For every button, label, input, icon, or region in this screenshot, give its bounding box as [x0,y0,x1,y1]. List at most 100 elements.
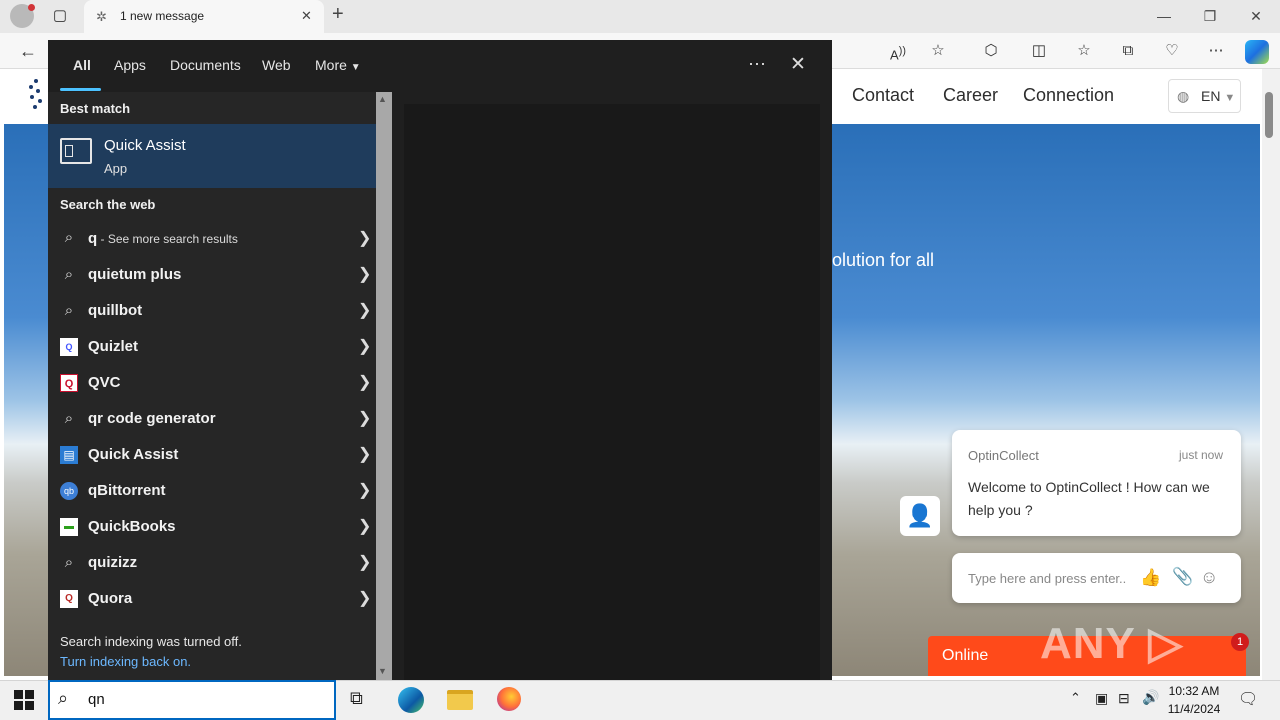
volume-icon[interactable]: 🔊 [1142,689,1159,706]
chevron-right-icon[interactable]: ❯ [358,264,371,284]
chevron-right-icon[interactable]: ❯ [358,372,371,392]
chat-input-placeholder[interactable]: Type here and press enter.. [968,571,1126,586]
quizlet-icon: Q [60,338,78,356]
results-scrollbar[interactable] [376,92,392,680]
favorites-icon[interactable]: ☆ [1070,37,1098,65]
web-query-text: q [88,230,98,247]
nav-link-contact[interactable]: Contact [852,85,914,106]
favorite-star-icon[interactable]: ☆ [924,37,952,65]
tab-web[interactable]: Web [262,57,291,73]
close-search-icon[interactable]: ✕ [790,53,806,76]
qvc-icon: Q [60,374,78,392]
chat-message-text: Welcome to OptinCollect ! How can we hel… [968,479,1210,518]
chat-sender: OptinCollect [968,448,1039,463]
search-query-input[interactable]: qn [88,691,105,708]
search-icon: ⌕ [64,410,74,427]
restore-button[interactable]: ❐ [1187,4,1233,28]
file-explorer-icon[interactable] [447,690,473,710]
edge-browser-icon[interactable] [398,687,424,713]
collections-icon[interactable]: ⧉ [1114,37,1142,65]
more-options-icon[interactable]: ⋯ [748,54,766,75]
best-match-name: Quick Assist [104,137,186,154]
best-match-type: App [104,161,128,176]
indexing-notice-text: Search indexing was turned off. [60,634,242,649]
emoji-icon[interactable]: ☺ [1200,567,1218,588]
nav-link-career[interactable]: Career [943,85,998,106]
tab-all[interactable]: All [73,57,91,73]
tab-documents[interactable]: Documents [170,57,241,73]
search-icon: ⌕ [58,688,69,708]
tab-favicon-icon: ✲ [96,9,107,24]
tab-apps[interactable]: Apps [114,57,146,73]
chevron-right-icon[interactable]: ❯ [358,588,371,608]
site-logo-icon[interactable] [26,78,46,110]
quickbooks-icon: ▬ [60,518,78,536]
close-window-button[interactable]: ✕ [1233,4,1279,28]
result-preview-pane [404,104,820,680]
search-icon: ⌕ [64,266,74,283]
firefox-icon[interactable] [497,687,521,711]
chevron-right-icon[interactable]: ❯ [358,444,371,464]
nav-link-connection[interactable]: Connection [1023,85,1114,106]
task-view-icon[interactable]: ⧉ [350,688,363,709]
minimize-button[interactable]: — [1141,4,1187,28]
thumbs-up-icon[interactable]: 👍 [1140,568,1161,588]
close-tab-icon[interactable]: ✕ [301,8,312,24]
notifications-icon[interactable]: 🗨 [1238,689,1258,709]
performance-icon[interactable]: ♡ [1158,37,1186,65]
search-icon: ⌕ [64,554,74,571]
settings-more-icon[interactable]: ⋯ [1202,37,1230,65]
clock-time[interactable]: 10:32 AM [1166,684,1222,698]
tab-actions-icon[interactable]: ▢ [46,2,74,30]
active-tab-indicator [60,88,101,91]
search-icon: ⌕ [64,229,74,246]
quick-assist-icon [60,138,92,164]
chevron-down-icon: ▼ [350,62,361,73]
chevron-right-icon[interactable]: ❯ [358,228,371,248]
chevron-right-icon[interactable]: ❯ [358,336,371,356]
globe-icon: ◍ [1177,88,1190,104]
page-scrollbar[interactable] [1262,69,1280,680]
scroll-down-icon[interactable]: ▼ [378,666,387,676]
profile-notification-dot [28,4,35,11]
back-arrow-icon[interactable]: ← [14,37,42,65]
chevron-right-icon[interactable]: ❯ [358,408,371,428]
chat-input-box[interactable]: Type here and press enter.. 👍 📎 ☺ [952,553,1241,603]
chevron-right-icon[interactable]: ❯ [358,480,371,500]
chat-message-bubble: OptinCollect just now Welcome to OptinCo… [952,430,1241,536]
chevron-right-icon[interactable]: ❯ [358,516,371,536]
web-query[interactable]: q - See more search results [88,230,238,247]
turn-indexing-on-link[interactable]: Turn indexing back on. [60,654,191,669]
quora-icon: Q [60,590,78,608]
best-match-item[interactable]: Quick Assist App [48,124,376,188]
search-result-label: Quizlet [88,338,139,355]
search-result-label: Quora [88,590,133,607]
best-match-heading: Best match [60,101,131,116]
clock-date[interactable]: 11/4/2024 [1166,702,1222,716]
web-query-suffix: - See more search results [97,232,238,246]
language-select[interactable]: ◍ EN ▼ [1168,79,1241,113]
chevron-right-icon[interactable]: ❯ [358,300,371,320]
search-tab-bar [48,40,832,92]
search-result-label: qr code generator [88,410,216,427]
search-icon: ⌕ [64,302,74,319]
page-scrollbar-thumb[interactable] [1265,92,1273,138]
read-aloud-icon[interactable]: A)) [884,37,912,65]
attachment-icon[interactable]: 📎 [1172,567,1193,587]
scroll-up-icon[interactable]: ▲ [378,94,387,104]
quick-assist-icon: ▤ [60,446,78,464]
tray-chevron-up-icon[interactable]: ⌃ [1070,690,1081,706]
split-screen-icon[interactable]: ◫ [1025,37,1053,65]
device-icon[interactable]: ▣ [1095,690,1108,707]
windows-start-icon[interactable] [14,690,34,710]
search-result-label: qBittorrent [88,482,166,499]
search-result-label: quizizz [88,554,138,571]
new-tab-button[interactable]: + [332,3,344,26]
copilot-icon[interactable] [1245,40,1269,64]
chevron-right-icon[interactable]: ❯ [358,552,371,572]
tab-more[interactable]: More ▼ [315,57,361,73]
chevron-down-icon: ▼ [1224,92,1236,104]
extensions-icon[interactable]: ⬡ [977,37,1005,65]
chat-time: just now [1179,448,1224,462]
network-icon[interactable]: ⊟ [1118,690,1130,707]
